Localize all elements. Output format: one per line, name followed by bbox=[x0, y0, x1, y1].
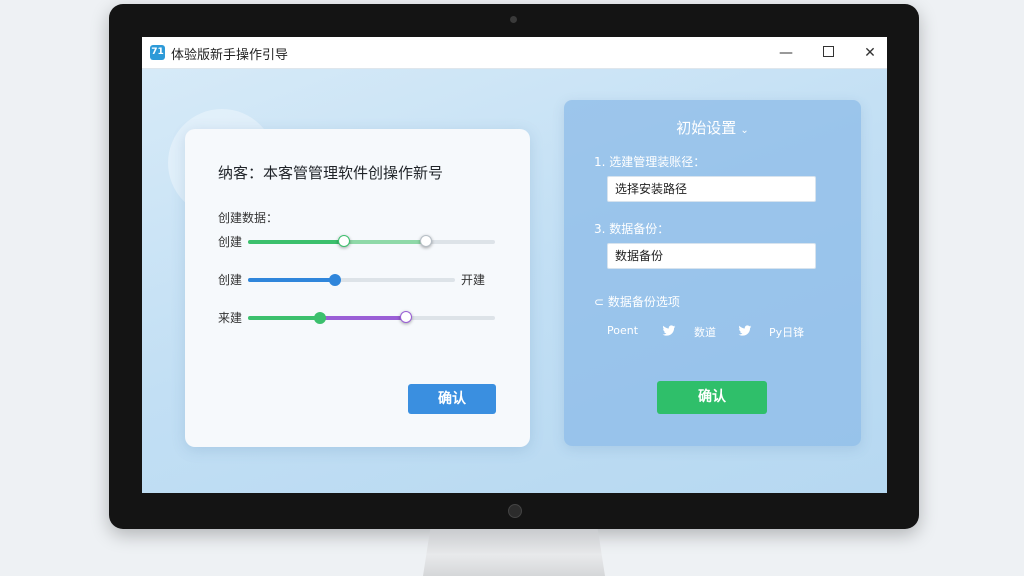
backup-options: Poent 数道 Py日锋 bbox=[607, 324, 847, 344]
slider-label: 创建 bbox=[218, 235, 243, 249]
minimize-button[interactable]: — bbox=[774, 41, 798, 65]
power-button bbox=[508, 504, 522, 518]
slider-fill-secondary bbox=[344, 240, 426, 244]
slider-row-2: 创建 开建 bbox=[185, 269, 530, 289]
slider-fill bbox=[248, 316, 320, 320]
backup-option-1[interactable]: Poent bbox=[607, 324, 638, 337]
backup-options-label: ⊂ 数据备份选项 bbox=[594, 295, 680, 309]
section-label: 创建数据： bbox=[218, 211, 279, 225]
app-logo-icon: 71 bbox=[150, 45, 165, 60]
slider-fill-secondary bbox=[319, 316, 407, 320]
monitor-frame: 71 体验版新手操作引导 — ✕ 纳客：本客管管理软件创操作新号 创建数据： 创… bbox=[109, 4, 919, 529]
panel-title-text: 初始设置 bbox=[676, 119, 737, 137]
data-backup-input[interactable] bbox=[607, 243, 816, 269]
card-heading: 纳客：本客管管理软件创操作新号 bbox=[218, 164, 444, 182]
slider-track[interactable] bbox=[248, 311, 495, 324]
slider-thumb[interactable] bbox=[328, 274, 341, 286]
data-backup-label: 3. 数据备份： bbox=[594, 222, 670, 236]
backup-option-3[interactable]: Py日锋 bbox=[769, 324, 804, 340]
slider-row-1: 创建 bbox=[185, 231, 530, 251]
twitter-bird-icon bbox=[662, 325, 676, 336]
slider-label: 来建 bbox=[218, 311, 243, 325]
chevron-down-icon: ⌄ bbox=[740, 125, 749, 136]
slider-row-3: 来建 bbox=[185, 307, 530, 327]
slider-thumb-secondary[interactable] bbox=[400, 311, 413, 323]
slider-track[interactable] bbox=[248, 235, 495, 247]
window-title: 体验版新手操作引导 bbox=[171, 48, 289, 63]
slider-thumb[interactable] bbox=[313, 312, 326, 324]
confirm-button-right[interactable]: 确认 bbox=[657, 381, 767, 414]
slider-thumb-secondary[interactable] bbox=[419, 235, 432, 247]
slider-label: 创建 bbox=[218, 273, 243, 287]
window-titlebar: 71 体验版新手操作引导 — ✕ bbox=[142, 37, 887, 69]
maximize-button[interactable] bbox=[816, 41, 840, 65]
screen: 71 体验版新手操作引导 — ✕ 纳客：本客管管理软件创操作新号 创建数据： 创… bbox=[142, 37, 887, 493]
slider-track[interactable] bbox=[248, 274, 455, 286]
panel-title[interactable]: 初始设置 ⌄ bbox=[564, 117, 861, 138]
monitor-stand bbox=[423, 529, 605, 576]
backup-option-2[interactable]: 数道 bbox=[694, 324, 716, 340]
close-button[interactable]: ✕ bbox=[858, 41, 882, 65]
maximize-icon bbox=[822, 46, 834, 57]
slider-thumb[interactable] bbox=[338, 235, 351, 247]
create-data-card: 纳客：本客管管理软件创操作新号 创建数据： 创建 创建 开建 来建 确认 bbox=[185, 129, 530, 447]
slider-fill bbox=[248, 278, 335, 282]
webcam bbox=[510, 16, 517, 23]
initial-settings-panel: 初始设置⌄ 1. 选建管理装账径： 3. 数据备份： ⊂ 数据备份选项 Poen… bbox=[564, 100, 861, 446]
confirm-button-left[interactable]: 确认 bbox=[408, 384, 496, 414]
install-path-label: 1. 选建管理装账径： bbox=[594, 155, 706, 169]
slider-fill bbox=[248, 240, 345, 244]
slider-end-label: 开建 bbox=[461, 273, 486, 287]
twitter-bird-icon bbox=[738, 325, 752, 336]
install-path-input[interactable] bbox=[607, 176, 816, 202]
